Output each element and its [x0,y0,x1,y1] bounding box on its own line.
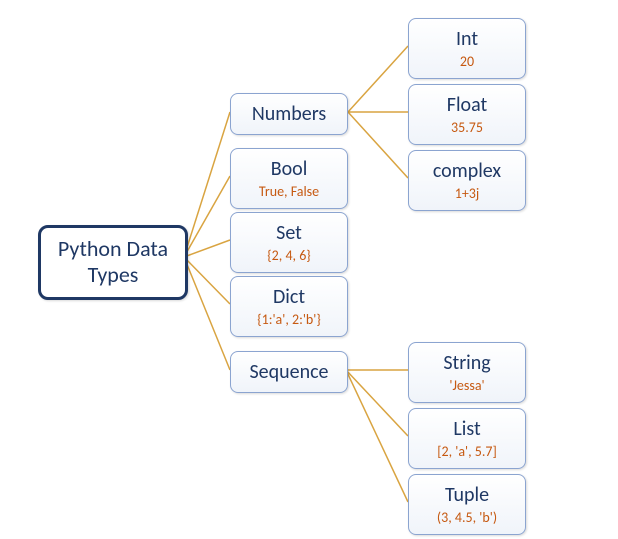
node-list: List [2, 'a', 5.7] [408,408,526,469]
node-bool-example: True, False [245,183,333,200]
node-dict-example: {1:'a', 2:'b'} [245,311,333,328]
node-dict: Dict {1:'a', 2:'b'} [230,276,348,337]
node-tuple-example: (3, 4.5, 'b') [423,509,511,526]
node-set-title: Set [245,221,333,245]
node-string-example: 'Jessa' [423,377,511,394]
node-sequence-title: Sequence [245,360,333,384]
node-sequence: Sequence [230,351,348,393]
node-dict-title: Dict [245,285,333,309]
root-label: Python DataTypes [55,236,171,289]
node-tuple: Tuple (3, 4.5, 'b') [408,474,526,535]
node-string-title: String [423,351,511,375]
node-complex: complex 1+3j [408,150,526,211]
node-tuple-title: Tuple [423,483,511,507]
node-int-title: Int [423,27,511,51]
node-complex-example: 1+3j [423,185,511,202]
node-bool-title: Bool [245,157,333,181]
node-complex-title: complex [423,159,511,183]
node-list-title: List [423,417,511,441]
node-set-example: {2, 4, 6} [245,247,333,264]
node-string: String 'Jessa' [408,342,526,403]
node-int: Int 20 [408,18,526,79]
node-bool: Bool True, False [230,148,348,209]
node-set: Set {2, 4, 6} [230,212,348,273]
node-list-example: [2, 'a', 5.7] [423,443,511,460]
root-node: Python DataTypes [38,225,188,300]
node-numbers: Numbers [230,93,348,135]
node-float-title: Float [423,93,511,117]
node-float: Float 35.75 [408,84,526,145]
node-float-example: 35.75 [423,119,511,136]
node-int-example: 20 [423,53,511,70]
node-numbers-title: Numbers [245,102,333,126]
